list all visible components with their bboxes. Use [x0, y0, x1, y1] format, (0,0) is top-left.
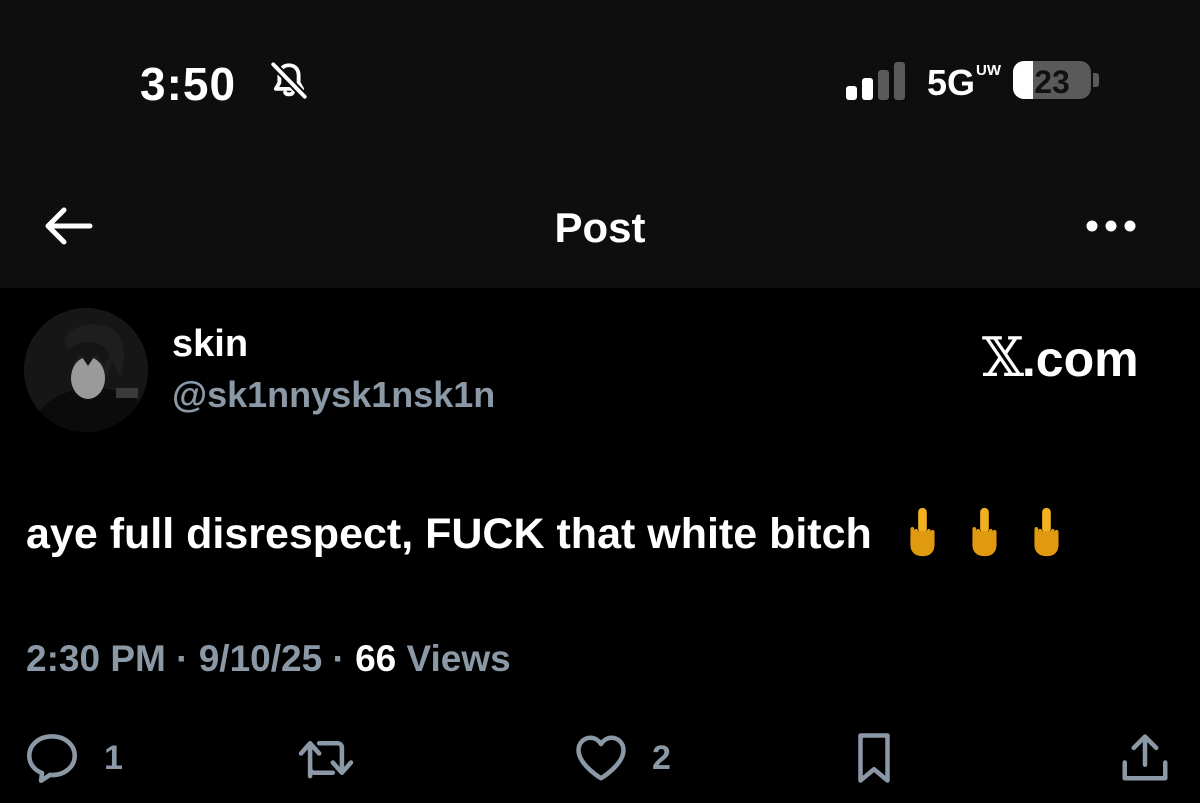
bell-muted-icon — [268, 60, 310, 107]
bookmark-icon — [858, 733, 890, 783]
views-label: Views — [406, 638, 511, 679]
battery-icon: 23 — [1013, 61, 1091, 100]
reply-button[interactable]: 1 — [24, 732, 123, 784]
post-text: aye full disrespect, FUCK that white bit… — [26, 506, 1070, 571]
bookmark-button[interactable] — [852, 732, 896, 784]
repost-icon — [298, 740, 354, 779]
cellular-signal-icon — [846, 62, 908, 105]
share-button[interactable] — [1118, 732, 1172, 784]
network-type: 5G — [927, 62, 976, 103]
display-name[interactable]: skin — [172, 323, 248, 366]
heart-icon — [576, 735, 626, 781]
middle-finger-emoji-icon — [898, 506, 946, 571]
repost-button[interactable] — [296, 732, 356, 784]
views-count: 66 — [355, 638, 397, 679]
middle-finger-emoji-icon — [960, 506, 1008, 571]
separator: · — [176, 638, 189, 679]
brand-logo: 𝕏.com — [982, 326, 1139, 389]
share-icon — [1122, 734, 1168, 781]
page-title: Post — [554, 204, 646, 251]
reply-count: 1 — [104, 738, 123, 777]
separator: · — [332, 638, 345, 679]
post-time: 2:30 PM — [26, 638, 166, 679]
status-time: 3:50 — [140, 58, 237, 110]
x-logo-icon: 𝕏 — [982, 326, 1024, 389]
battery-percent: 23 — [1034, 64, 1070, 100]
avatar[interactable] — [24, 308, 148, 432]
more-options-icon[interactable] — [1084, 218, 1138, 239]
post-metadata: 2:30 PM · 9/10/25 · 66 Views — [26, 638, 511, 680]
battery-tip — [1093, 73, 1099, 87]
user-handle[interactable]: @sk1nnysk1nsk1n — [172, 374, 495, 416]
post-text-body: aye full disrespect, FUCK that white bit… — [26, 510, 872, 558]
like-count: 2 — [652, 738, 671, 777]
like-button[interactable]: 2 — [574, 732, 671, 784]
reply-icon — [27, 734, 77, 783]
middle-finger-emoji-icon — [1022, 506, 1070, 571]
network-type-superscript: UW — [976, 62, 1001, 79]
post-date: 9/10/25 — [198, 638, 323, 679]
